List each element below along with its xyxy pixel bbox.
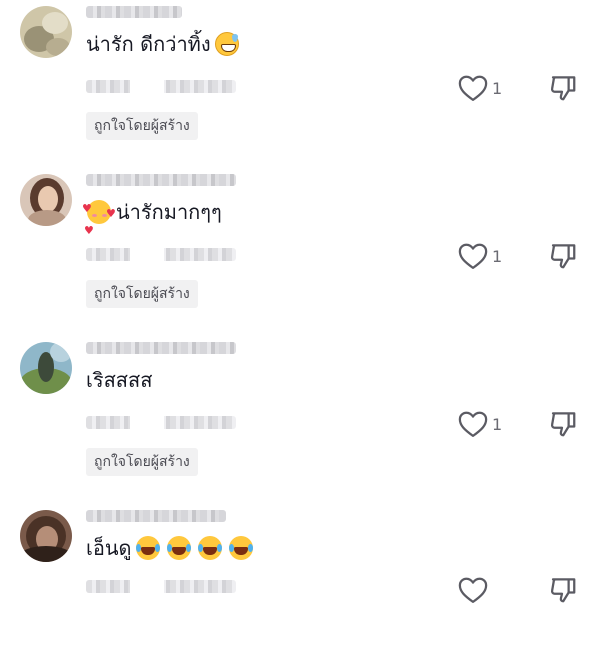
heart-outline-icon [458,411,488,437]
like-count: 1 [492,78,503,98]
comment-item: น่ารัก ดีกว่าทิ้ง ถูกใจโดยผู้สร้าง 1 [0,0,600,168]
username-blurred[interactable] [86,510,226,522]
dislike-button[interactable] [548,409,578,439]
dislike-button[interactable] [548,73,578,103]
like-button[interactable]: 1 [458,73,502,103]
dislike-button[interactable] [548,241,578,271]
comment-item: เริสสสส ถูกใจโดยผู้สร้าง 1 [0,336,600,504]
tears-of-joy-emoji [197,536,222,560]
comment-text-content: น่ารัก ดีกว่าทิ้ง [86,32,211,56]
comment-item: น่ารักมากๆๆ ถูกใจโดยผู้สร้าง 1 [0,168,600,336]
heart-outline-icon [458,243,488,269]
like-count: 1 [492,414,503,434]
liked-by-creator-badge: ถูกใจโดยผู้สร้าง [86,280,198,308]
like-button[interactable] [458,575,492,605]
username-blurred[interactable] [86,342,236,354]
comment-text: น่ารัก ดีกว่าทิ้ง [86,30,240,58]
comment-text-content: น่ารักมากๆๆ [116,200,222,224]
like-button[interactable]: 1 [458,241,502,271]
smiling-hearts-emoji [82,195,111,224]
comment-text: เริสสสส [86,366,152,394]
comment-text-content: เอ็นดู [86,536,132,560]
liked-by-creator-badge: ถูกใจโดยผู้สร้าง [86,112,198,140]
thumbs-down-icon [550,244,576,269]
heart-outline-icon [458,577,488,603]
avatar[interactable] [20,174,72,226]
liked-by-creator-badge: ถูกใจโดยผู้สร้าง [86,448,198,476]
avatar[interactable] [20,510,72,562]
username-blurred[interactable] [86,174,236,186]
tears-of-joy-emoji [228,536,253,560]
avatar[interactable] [20,342,72,394]
tears-of-joy-emoji [166,536,191,560]
comment-item: เอ็นดู [0,504,600,672]
comment-meta-blurred [86,248,236,261]
like-button[interactable]: 1 [458,409,502,439]
comment-meta-blurred [86,580,236,593]
like-count: 1 [492,246,503,266]
comment-text: น่ารักมากๆๆ [82,195,222,226]
thumbs-down-icon [550,76,576,101]
thumbs-down-icon [550,412,576,437]
tears-of-joy-emoji [135,536,160,560]
comment-meta-blurred [86,80,236,93]
thumbs-down-icon [550,578,576,603]
comment-text: เอ็นดู [86,534,254,562]
avatar[interactable] [20,6,72,58]
comment-text-content: เริสสสส [86,368,153,392]
username-blurred[interactable] [86,6,182,18]
heart-outline-icon [458,75,488,101]
grinning-sweat-emoji [214,32,239,56]
dislike-button[interactable] [548,575,578,605]
comment-meta-blurred [86,416,236,429]
